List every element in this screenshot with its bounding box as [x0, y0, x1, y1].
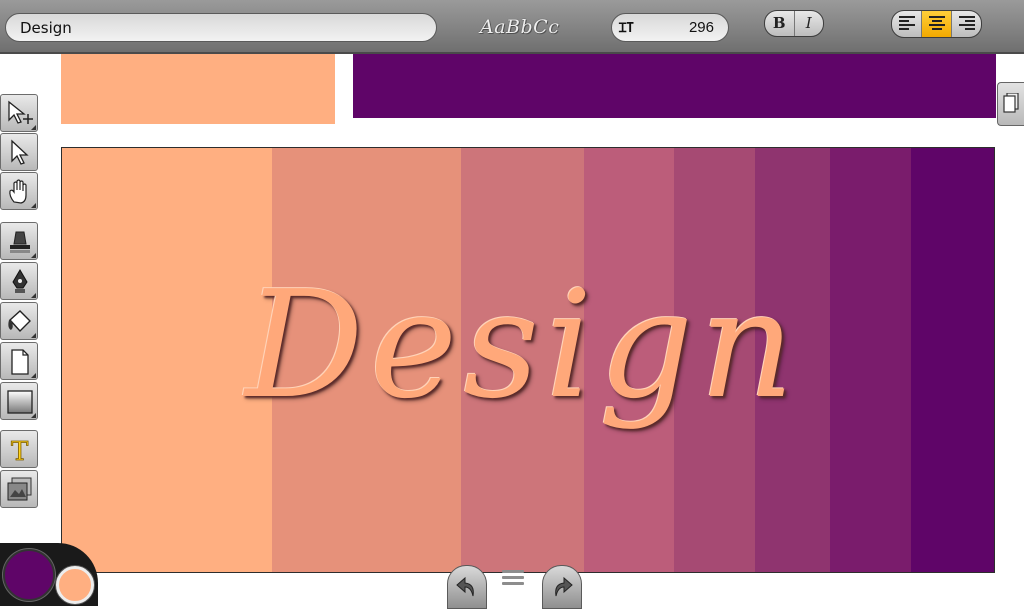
purple-rectangle[interactable]	[353, 54, 996, 118]
align-center-icon	[929, 16, 945, 30]
select-arrow-icon	[11, 139, 29, 165]
move-transform-icon	[8, 100, 33, 124]
pen-nib-icon	[12, 269, 28, 293]
fill-tool-button[interactable]	[0, 222, 38, 260]
align-left-button[interactable]	[892, 11, 921, 37]
paint-bucket-icon	[8, 310, 31, 333]
move-tool-button[interactable]	[0, 94, 38, 132]
redo-icon	[555, 576, 573, 597]
gradient-tool-button[interactable]	[0, 382, 38, 420]
font-size-icon: ꞮT	[619, 21, 635, 36]
secondary-color-swatch[interactable]	[56, 566, 94, 604]
select-tool-button[interactable]	[0, 133, 38, 171]
primary-color-swatch[interactable]	[3, 549, 55, 601]
align-right-button[interactable]	[951, 11, 981, 37]
new-page-tool-button[interactable]	[0, 342, 38, 380]
font-size-field[interactable]: ꞮT 296	[611, 13, 729, 42]
hand-tool-button[interactable]	[0, 172, 38, 210]
design-text-layer[interactable]: Design	[245, 255, 801, 435]
redo-button[interactable]	[542, 565, 582, 609]
fill-stamp-icon	[10, 231, 30, 253]
align-left-icon	[899, 16, 915, 30]
hand-pan-icon	[9, 179, 27, 204]
text-align-group	[891, 10, 982, 38]
peach-rectangle[interactable]	[61, 54, 335, 124]
italic-button[interactable]: I	[793, 11, 824, 36]
align-right-icon	[959, 16, 975, 30]
top-toolbar: Design AaBbCc ꞮT 296 B I	[0, 0, 1024, 54]
color-stripe	[911, 148, 995, 572]
align-center-button[interactable]	[921, 11, 951, 37]
font-size-value[interactable]: 296	[689, 19, 714, 36]
gradient-rect-icon	[7, 390, 33, 414]
menu-icon[interactable]	[502, 570, 524, 586]
svg-text:T: T	[11, 437, 29, 464]
image-tool-button[interactable]	[0, 470, 38, 508]
text-input-field[interactable]: Design	[5, 13, 437, 42]
paint-bucket-tool-button[interactable]	[0, 302, 38, 340]
pen-tool-button[interactable]	[0, 262, 38, 300]
undo-icon	[456, 576, 474, 597]
color-stripe	[830, 148, 912, 572]
layers-panel-tab[interactable]	[997, 82, 1024, 126]
bold-button[interactable]: B	[765, 11, 794, 36]
layers-icon	[1003, 93, 1019, 113]
image-import-icon	[7, 477, 32, 501]
font-picker-preview[interactable]: AaBbCc	[480, 16, 572, 40]
new-page-icon	[11, 349, 29, 375]
text-style-group: B I	[764, 10, 824, 37]
text-tool-icon: T	[11, 437, 30, 464]
text-tool-button[interactable]: T	[0, 430, 38, 468]
undo-button[interactable]	[447, 565, 487, 609]
color-stripe	[62, 148, 272, 572]
